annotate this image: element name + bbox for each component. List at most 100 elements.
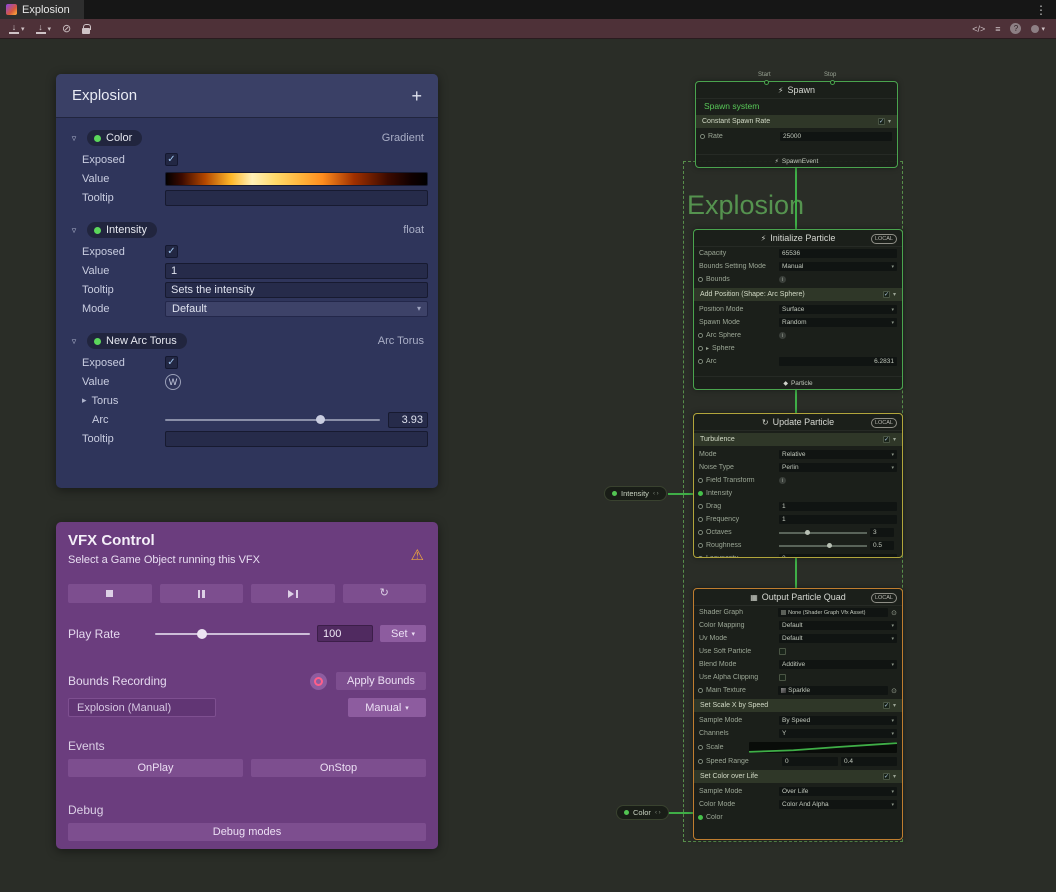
- options-dropdown[interactable]: ▾: [1031, 25, 1045, 33]
- exposed-checkbox[interactable]: ✓: [165, 245, 178, 258]
- spawn-event-output[interactable]: ⚡ SpawnEvent: [696, 154, 897, 167]
- onplay-button[interactable]: OnPlay: [68, 759, 243, 777]
- object-picker-icon[interactable]: ⊙: [891, 687, 897, 695]
- block-enabled-checkbox[interactable]: ✓: [883, 702, 890, 709]
- apply-bounds-button[interactable]: Apply Bounds: [336, 672, 426, 690]
- code-view-icon[interactable]: </>: [972, 24, 985, 34]
- help-icon[interactable]: ?: [1010, 23, 1021, 34]
- block-collapse-icon[interactable]: ▾: [893, 436, 896, 443]
- uv-mode-dropdown[interactable]: Default ▾: [779, 634, 897, 643]
- frequency-field[interactable]: 1: [779, 515, 897, 524]
- use-soft-particle-checkbox[interactable]: [779, 648, 786, 655]
- particle-output[interactable]: ◆ Particle: [694, 376, 902, 389]
- collapse-chevron-icon[interactable]: ‹ ›: [655, 810, 661, 816]
- intensity-port-connected[interactable]: [698, 491, 703, 496]
- lacunarity-field[interactable]: 2: [779, 554, 897, 557]
- play-rate-slider-handle[interactable]: [197, 629, 207, 639]
- noise-type-dropdown[interactable]: Perlin ▾: [779, 463, 897, 472]
- sample-mode-dropdown[interactable]: By Speed ▾: [779, 716, 897, 725]
- block-set-color-over-life[interactable]: Set Color over Life ✓ ▾: [694, 770, 902, 783]
- main-texture-field[interactable]: Sparkle: [778, 686, 888, 695]
- blackboard-header[interactable]: Explosion +: [56, 74, 438, 118]
- record-bounds-button[interactable]: [310, 673, 327, 690]
- property-pill-arc-torus[interactable]: New Arc Torus: [87, 333, 187, 349]
- foldout-open-icon[interactable]: ▿: [68, 133, 80, 144]
- foldout-closed-icon[interactable]: ▸: [706, 345, 709, 352]
- tooltip-input[interactable]: [165, 431, 428, 447]
- arc-slider-handle[interactable]: [316, 415, 325, 424]
- lock-button[interactable]: [78, 21, 94, 37]
- property-arc-torus[interactable]: ▿ New Arc Torus Arc Torus: [66, 329, 428, 353]
- rate-port[interactable]: [700, 134, 705, 139]
- tooltip-input[interactable]: [165, 282, 428, 298]
- speed-min-field[interactable]: 0: [782, 757, 838, 766]
- pause-button[interactable]: [160, 584, 244, 603]
- foldout-closed-icon[interactable]: ▸: [82, 395, 87, 406]
- tooltip-input[interactable]: [165, 190, 428, 206]
- onstop-button[interactable]: OnStop: [251, 759, 426, 777]
- arc-sphere-port[interactable]: [698, 333, 703, 338]
- block-enabled-checkbox[interactable]: ✓: [883, 436, 890, 443]
- output-particle-quad-node[interactable]: ▦ Output Particle Quad LOCAL Shader Grap…: [693, 588, 903, 840]
- arc-field[interactable]: 6.2831: [779, 357, 897, 366]
- foldout-open-icon[interactable]: ▿: [68, 225, 80, 236]
- roughness-field[interactable]: 0.5: [870, 541, 894, 550]
- target-system-field[interactable]: Explosion (Manual): [68, 698, 216, 717]
- color-mode-dropdown[interactable]: Color And Alpha ▾: [779, 800, 897, 809]
- arc-value-field[interactable]: 3.93: [388, 412, 428, 428]
- bounds-setting-mode-dropdown[interactable]: Manual ▾: [779, 262, 897, 271]
- block-add-position[interactable]: Add Position (Shape: Arc Sphere) ✓ ▾: [694, 288, 902, 301]
- property-pill-color[interactable]: Color: [87, 130, 142, 146]
- debug-modes-button[interactable]: Debug modes: [68, 823, 426, 841]
- scale-port[interactable]: [698, 745, 703, 750]
- exposed-checkbox[interactable]: ✓: [165, 356, 178, 369]
- block-collapse-icon[interactable]: ▾: [893, 773, 896, 780]
- speed-range-port[interactable]: [698, 759, 703, 764]
- add-property-button[interactable]: +: [411, 87, 422, 105]
- roughness-port[interactable]: [698, 543, 703, 548]
- octaves-port[interactable]: [698, 530, 703, 535]
- shader-graph-field[interactable]: None (Shader Graph Vfx Asset): [778, 608, 888, 617]
- block-enabled-checkbox[interactable]: ✓: [878, 118, 885, 125]
- block-constant-spawn-rate[interactable]: Constant Spawn Rate ✓ ▾: [696, 115, 897, 128]
- main-texture-port[interactable]: [698, 688, 703, 693]
- tab-explosion[interactable]: Explosion: [0, 0, 84, 19]
- speed-max-field[interactable]: 0.4: [841, 757, 897, 766]
- property-intensity[interactable]: ▿ Intensity float: [66, 218, 428, 242]
- color-port-connected[interactable]: [698, 815, 703, 820]
- foldout-open-icon[interactable]: ▿: [68, 336, 80, 347]
- save-as-button[interactable]: ↓ ▾: [32, 21, 56, 37]
- capacity-field[interactable]: 65536: [779, 249, 897, 258]
- play-rate-slider[interactable]: [155, 633, 310, 635]
- mode-dropdown[interactable]: Relative ▾: [779, 450, 897, 459]
- use-alpha-clipping-checkbox[interactable]: [779, 674, 786, 681]
- object-picker-icon[interactable]: ⊙: [891, 609, 897, 617]
- sample-mode-dropdown[interactable]: Over Life ▾: [779, 787, 897, 796]
- property-color[interactable]: ▿ Color Gradient: [66, 126, 428, 150]
- gizmo-w-badge[interactable]: W: [165, 374, 181, 390]
- property-pill-intensity[interactable]: Intensity: [87, 222, 157, 238]
- lacunarity-port[interactable]: [698, 556, 703, 557]
- window-menu-icon[interactable]: ⋮: [1026, 3, 1056, 17]
- bounds-mode-dropdown[interactable]: Manual ▾: [348, 698, 426, 717]
- system-label[interactable]: Explosion: [687, 190, 804, 221]
- block-enabled-checkbox[interactable]: ✓: [883, 773, 890, 780]
- collapse-chevron-icon[interactable]: ‹ ›: [653, 491, 659, 497]
- save-dropdown-arrow-icon[interactable]: ▾: [21, 25, 25, 33]
- parameter-node-intensity[interactable]: Intensity ‹ ›: [604, 486, 667, 501]
- field-transform-port[interactable]: [698, 478, 703, 483]
- spawn-mode-dropdown[interactable]: Random ▾: [779, 318, 897, 327]
- drag-port[interactable]: [698, 504, 703, 509]
- block-set-scale-x-by-speed[interactable]: Set Scale X by Speed ✓ ▾: [694, 699, 902, 712]
- play-rate-input[interactable]: [317, 625, 373, 642]
- sphere-port[interactable]: [698, 346, 703, 351]
- block-enabled-checkbox[interactable]: ✓: [883, 291, 890, 298]
- drag-field[interactable]: 1: [779, 502, 897, 511]
- position-mode-dropdown[interactable]: Surface ▾: [779, 305, 897, 314]
- frequency-port[interactable]: [698, 517, 703, 522]
- spawn-node[interactable]: Start Stop ⚡ Spawn Spawn system Constant…: [695, 81, 898, 168]
- octaves-field[interactable]: 3: [870, 528, 894, 537]
- block-collapse-icon[interactable]: ▾: [893, 702, 896, 709]
- block-collapse-icon[interactable]: ▾: [893, 291, 896, 298]
- scale-curve-field[interactable]: [749, 742, 897, 753]
